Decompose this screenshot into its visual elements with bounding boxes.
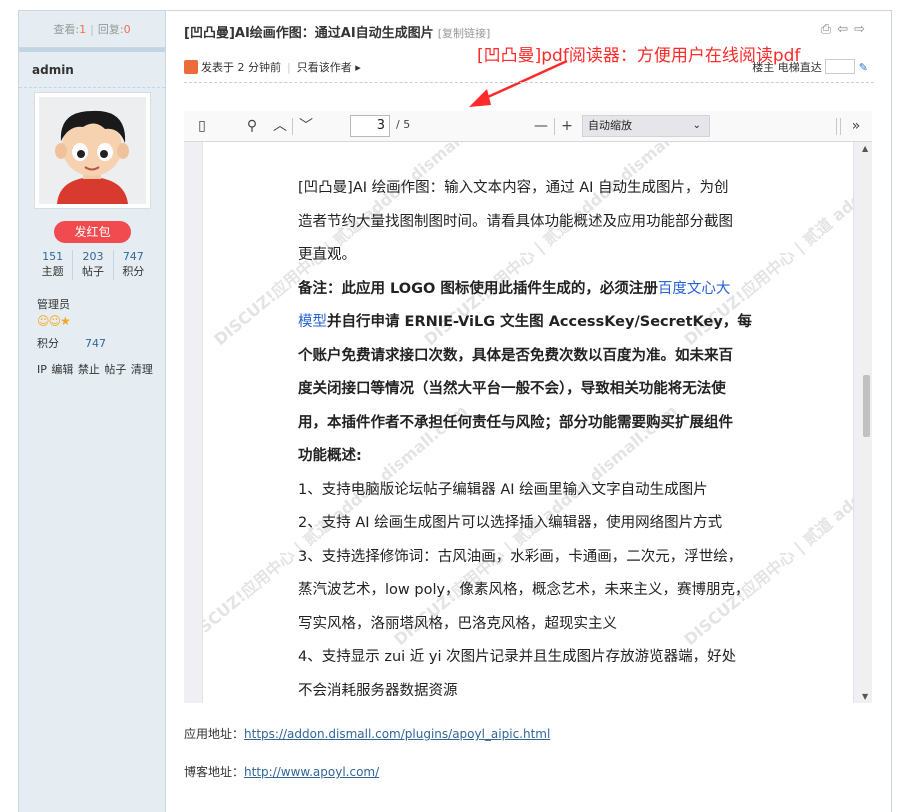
pdf-scrollbar[interactable]: ▲ ▼	[860, 142, 872, 703]
medal-icons: ☺☺★	[37, 314, 71, 328]
blog-address-link[interactable]: http://www.apoyl.com/	[244, 765, 379, 779]
page-number-input[interactable]: 3	[350, 115, 390, 137]
zoom-out-icon[interactable]: —	[532, 116, 550, 137]
pdf-line: 度关闭接口等情况（当然大平台一般不会），导致相关功能将无法使	[298, 381, 726, 397]
jump-go-icon[interactable]: ✎	[859, 61, 868, 74]
chevron-down-icon: ⌄	[692, 120, 701, 131]
post-container: 查看:1 | 回复:0 admin 发红包 151 主题 203 帖子 747 …	[18, 10, 892, 812]
pdf-line: 写实风格，洛丽塔风格，巴洛克风格，超现实主义	[298, 615, 617, 632]
jump-label: 电梯直达	[777, 61, 822, 74]
zoom-in-icon[interactable]: +	[558, 116, 576, 137]
pdf-line: 造者节约大量找图制图时间。请看具体功能概述及应用功能部分截图	[298, 213, 733, 230]
pdf-toolbar: ▯ ⚲ ︿ ﹀ 3 / 5 — + 自动缩放 ⌄ »	[184, 111, 872, 142]
prev-thread-icon[interactable]: ⇦	[837, 22, 854, 37]
author-counts: 151 主题 203 帖子 747 积分	[33, 250, 153, 280]
next-page-icon[interactable]: ﹀	[296, 116, 316, 137]
thread-title-text: [凹凸曼]AI绘画作图：通过AI自动生成图片	[184, 26, 434, 41]
pdf-line: 1、支持电脑版论坛帖子编辑器 AI 绘画里输入文字自动生成图片	[298, 481, 708, 498]
pdf-line: 模型并自行申请 ERNIE-ViLG 文生图 AccessKey/SecretK…	[298, 306, 753, 340]
count-label: 主题	[41, 265, 64, 278]
prev-page-icon[interactable]: ︿	[270, 116, 290, 137]
points-value: 747	[85, 337, 106, 350]
next-thread-icon[interactable]: ⇨	[854, 22, 871, 37]
pdf-line: 功能概述:	[298, 448, 362, 464]
smile-icon: ☺☺	[37, 314, 61, 328]
author-role[interactable]: 管理员	[37, 296, 70, 312]
blog-address: 博客地址：http://www.apoyl.com/	[184, 763, 379, 780]
pdf-line-text: 并自行申请 ERNIE-ViLG 文生图 AccessKey/SecretKey…	[327, 314, 752, 330]
pdf-viewer: ▯ ⚲ ︿ ﹀ 3 / 5 — + 自动缩放 ⌄ » DISCUZ!应用中心 | …	[184, 111, 872, 703]
pdf-line: 4、支持显示 zui 近 yi 次图片记录并且生成图片存放游览器端，好处	[298, 649, 737, 665]
avatar[interactable]	[34, 92, 151, 209]
app-address-label: 应用地址：	[184, 727, 245, 741]
thread-stats: 查看:1 | 回复:0	[19, 11, 165, 48]
send-redpack-button[interactable]: 发红包	[54, 221, 131, 243]
pdf-line: 2、支持 AI 绘画生成图片可以选择插入编辑器，使用网络图片方式	[298, 515, 723, 531]
scroll-down-icon[interactable]: ▼	[862, 692, 868, 701]
post-meta: 发表于 2 分钟前 | 只看该作者 ▸ 楼主 电梯直达 ✎	[184, 59, 874, 83]
baidu-model-link[interactable]: 百度文心大	[658, 281, 731, 297]
pdf-line: 备注：此应用 LOGO 图标使用此插件生成的，必须注册百度文心大	[298, 273, 753, 307]
page-total: / 5	[396, 118, 411, 131]
floor-label: 楼主	[752, 61, 775, 74]
count-points[interactable]: 747 积分	[114, 250, 153, 280]
print-icon[interactable]: ⎙	[821, 22, 837, 37]
zoom-select-value: 自动缩放	[588, 119, 632, 132]
count-posts[interactable]: 203 帖子	[73, 250, 114, 280]
sidebar-toggle-icon[interactable]: ▯	[192, 116, 212, 137]
pdf-line-text: 备注：此应用 LOGO 图标使用此插件生成的，必须注册	[298, 280, 658, 297]
only-author-link[interactable]: 只看该作者 ▸	[297, 61, 361, 74]
avatar-cartoon-icon	[39, 97, 146, 204]
pdf-line: 个账户免费请求接口次数，具体是否免费次数以百度为准。如未来百	[298, 347, 733, 364]
replies-label: 回复:	[97, 23, 124, 36]
pdf-line: 用，本插件作者不承担任何责任与风险；部分功能需要购买扩展组件	[298, 414, 733, 431]
baidu-model-link-cont[interactable]: 模型	[298, 314, 327, 330]
count-label: 积分	[122, 265, 145, 278]
author-sidebar: 查看:1 | 回复:0 admin 发红包 151 主题 203 帖子 747 …	[19, 11, 166, 812]
count-value: 151	[42, 250, 64, 263]
author-points: 积分 747	[37, 335, 147, 351]
jump-floor-input[interactable]	[824, 59, 855, 74]
pdf-line: 蒸汽波艺术，low poly，像素风格，概念艺术，未来主义，赛博朋克，	[298, 582, 750, 598]
views-label: 查看:	[53, 23, 80, 36]
post-content: [凹凸曼]AI绘画作图：通过AI自动生成图片 [复制链接] ⎙⇦⇨ [凹凸曼]pd…	[167, 11, 893, 812]
count-value: 203	[82, 250, 104, 263]
views-count: 1	[79, 23, 87, 36]
points-label: 积分	[37, 337, 59, 350]
thread-title: [凹凸曼]AI绘画作图：通过AI自动生成图片 [复制链接]	[184, 22, 490, 41]
star-icon: ★	[60, 314, 71, 328]
pdf-line: [凹凸曼]AI 绘画作图：输入文本内容，通过 AI 自动生成图片，为创	[298, 180, 729, 196]
tools-menu-icon[interactable]: »	[846, 116, 866, 137]
pdf-page-area[interactable]: DISCUZ!应用中心 | 贰道 addon.dismall.com DISCU…	[184, 142, 860, 703]
pdf-line: 不会消耗服务器数据资源	[298, 682, 458, 699]
replies-count: 0	[123, 23, 131, 36]
scroll-up-icon[interactable]: ▲	[862, 144, 868, 153]
user-icon	[184, 60, 198, 74]
pdf-page: DISCUZ!应用中心 | 贰道 addon.dismall.com DISCU…	[203, 142, 853, 703]
posted-time: 发表于 2 分钟前	[201, 61, 281, 74]
app-address-link[interactable]: https://addon.dismall.com/plugins/apoyl_…	[244, 727, 550, 741]
count-value: 747	[122, 250, 144, 263]
pdf-line: 更直观。	[298, 247, 356, 263]
count-threads[interactable]: 151 主题	[33, 250, 74, 280]
admin-links[interactable]: IP 编辑 禁止 帖子 清理	[37, 361, 153, 377]
pdf-line: 3、支持选择修饰词：古风油画，水彩画，卡通画，二次元，浮世绘，	[298, 548, 743, 565]
search-icon[interactable]: ⚲	[242, 116, 262, 137]
blog-address-label: 博客地址：	[184, 765, 245, 779]
copy-link[interactable]: [复制链接]	[438, 27, 491, 40]
title-tools: ⎙⇦⇨	[821, 22, 871, 37]
app-address: 应用地址：https://addon.dismall.com/plugins/a…	[184, 725, 550, 742]
author-name[interactable]: admin	[19, 52, 165, 88]
zoom-select[interactable]: 自动缩放 ⌄	[582, 115, 710, 137]
count-label: 帖子	[81, 265, 104, 278]
scroll-thumb[interactable]	[863, 375, 870, 437]
pdf-text: [凹凸曼]AI 绘画作图：输入文本内容，通过 AI 自动生成图片，为创 造者节约…	[298, 172, 753, 703]
